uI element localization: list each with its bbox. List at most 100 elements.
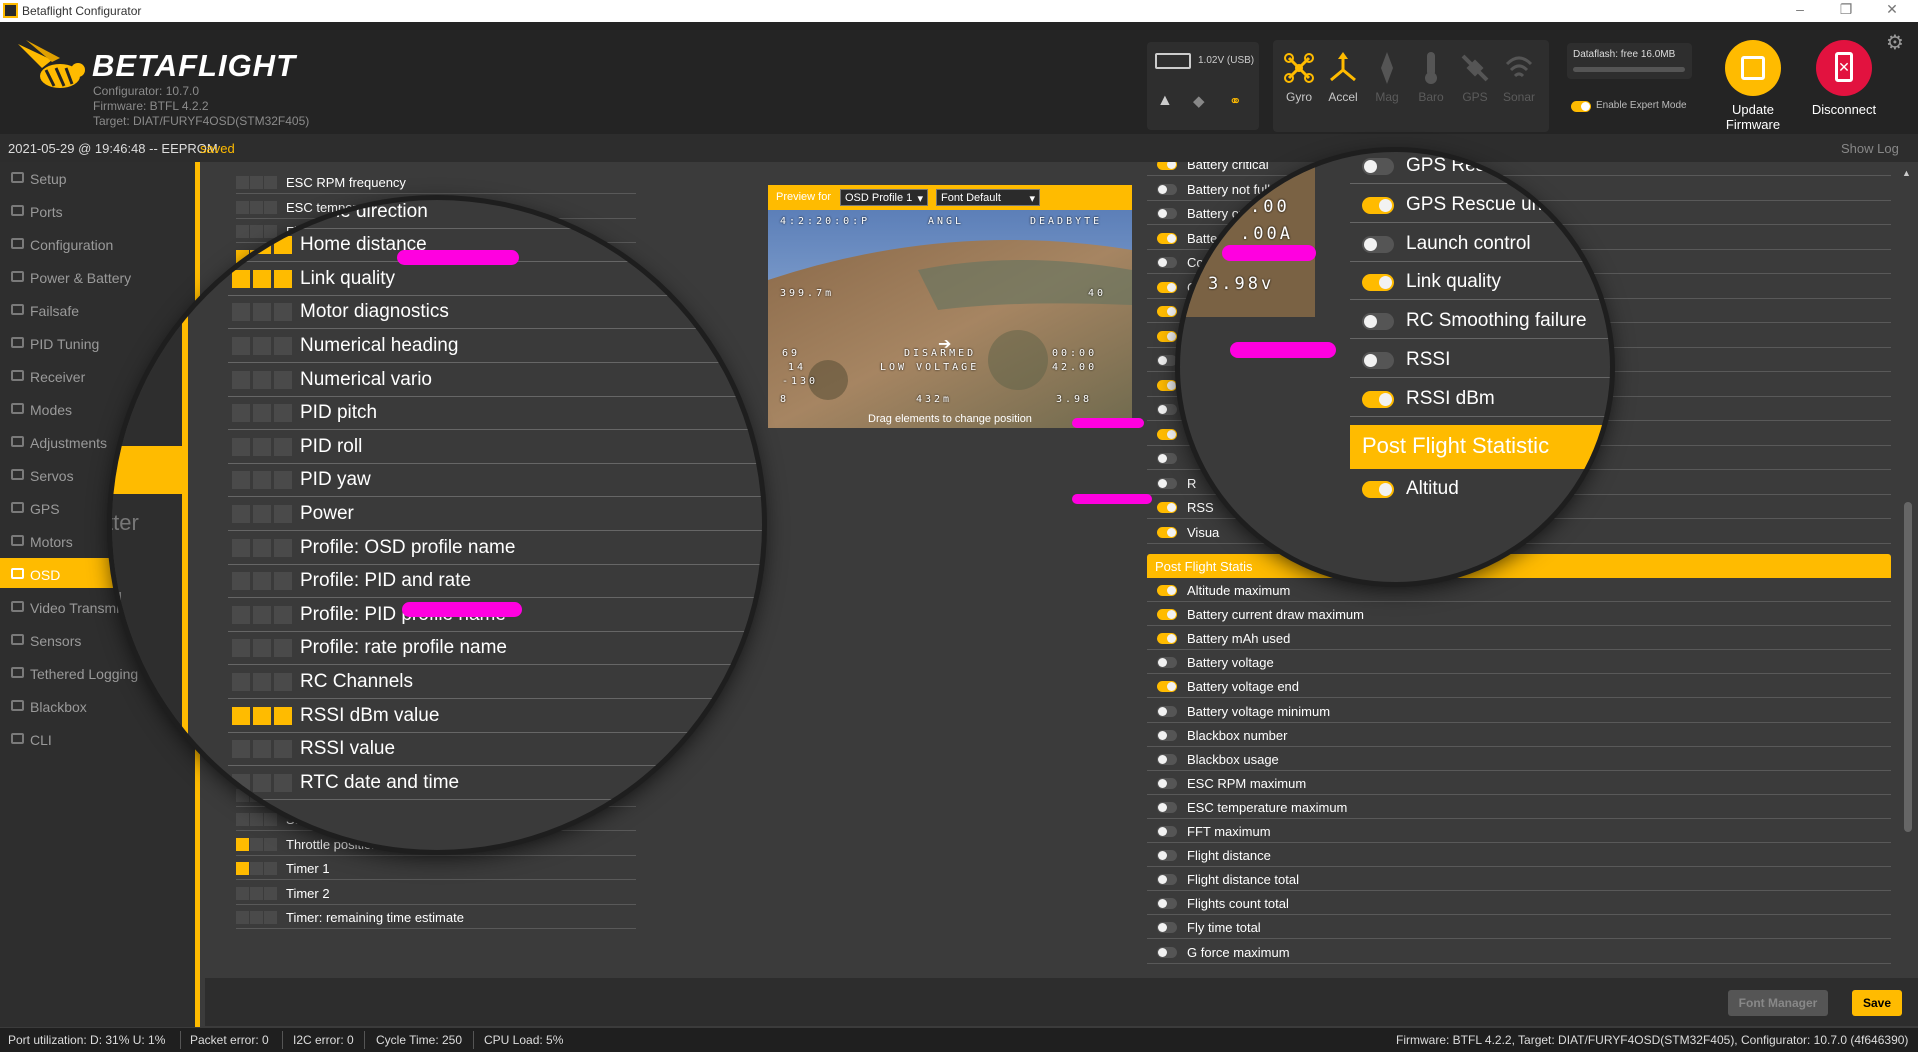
lens-element-row[interactable]: PID pitch	[228, 397, 762, 431]
lens-warning-row[interactable]: RC Smoothing failure	[1350, 301, 1610, 340]
profile-checkbox[interactable]	[264, 886, 277, 900]
stat-toggle[interactable]	[1157, 777, 1177, 789]
lens-element-row[interactable]: Motor diagnostics	[228, 296, 762, 330]
lens-profile-checkbox[interactable]	[274, 471, 292, 490]
lens-profile-checkbox[interactable]	[253, 538, 271, 557]
expert-mode-toggle[interactable]	[1571, 101, 1591, 112]
warning-toggle[interactable]	[1157, 257, 1177, 268]
osd-profile-select[interactable]: OSD Profile 1 ▾	[840, 189, 928, 206]
lens-element-row[interactable]: RSSI value	[228, 733, 762, 767]
lens-profile-checkbox[interactable]	[253, 337, 271, 355]
osd-rssi-dbm-element[interactable]: -130	[782, 376, 818, 387]
profile-checkbox[interactable]	[264, 813, 277, 826]
osd-craft-name-element[interactable]: DEADBYTE	[1030, 216, 1102, 227]
osd-element-row[interactable]: ESC RPM frequency	[236, 170, 636, 194]
lens-element-row[interactable]: Numerical heading	[228, 330, 762, 363]
lens-warning-row[interactable]: Link quality	[1350, 262, 1610, 301]
lens-profile-checkbox[interactable]	[232, 202, 250, 221]
font-manager-button[interactable]: Font Manager	[1728, 990, 1828, 1016]
profile-checkbox[interactable]	[264, 911, 277, 924]
stat-row[interactable]: Blackbox number	[1147, 723, 1891, 747]
lens-profile-checkbox[interactable]	[274, 572, 292, 591]
warning-toggle[interactable]	[1157, 281, 1177, 293]
settings-gear-icon[interactable]: ⚙	[1886, 30, 1904, 55]
stat-toggle[interactable]	[1157, 705, 1177, 717]
profile-checkbox[interactable]	[236, 886, 249, 900]
stat-toggle[interactable]	[1157, 874, 1177, 886]
lens-warning-toggle[interactable]	[1362, 352, 1394, 369]
osd-lq-element[interactable]: 14	[788, 362, 806, 373]
warning-toggle[interactable]	[1157, 428, 1177, 440]
stat-row[interactable]: Blackbox usage	[1147, 747, 1891, 771]
lens-profile-checkbox[interactable]	[232, 337, 250, 355]
lens-profile-checkbox[interactable]	[274, 370, 292, 389]
profile-checkbox[interactable]	[250, 862, 263, 875]
stat-row[interactable]: Battery voltage	[1147, 650, 1891, 675]
lens-profile-checkbox[interactable]	[253, 202, 271, 221]
warning-toggle[interactable]	[1157, 306, 1177, 317]
lens-profile-checkbox[interactable]	[253, 673, 271, 691]
lens-altitude-toggle[interactable]	[1362, 481, 1394, 498]
stat-row[interactable]: Fly time total	[1147, 915, 1891, 940]
maximize-button[interactable]: ❐	[1826, 1, 1866, 18]
lens-warning-toggle[interactable]	[1362, 196, 1394, 214]
warning-toggle[interactable]	[1157, 404, 1177, 415]
osd-element-row[interactable]: Timer: remaining time estimate	[236, 905, 636, 929]
lens-profile-checkbox[interactable]	[274, 337, 292, 355]
lens-profile-checkbox[interactable]	[253, 605, 271, 624]
warning-toggle[interactable]	[1157, 379, 1177, 391]
osd-home-distance-element[interactable]: 432m	[916, 394, 952, 405]
lens-warning-toggle[interactable]	[1362, 235, 1394, 253]
profile-checkbox[interactable]	[250, 176, 263, 189]
lens-profile-checkbox[interactable]	[253, 370, 271, 389]
lens-profile-checkbox[interactable]	[253, 471, 271, 490]
profile-checkbox[interactable]	[250, 886, 263, 900]
font-select[interactable]: Font Default ▾	[936, 189, 1040, 206]
lens-profile-checkbox[interactable]	[232, 303, 250, 322]
osd-element-row[interactable]: Timer 1	[236, 856, 636, 880]
lens-profile-checkbox[interactable]	[253, 505, 271, 523]
stat-row[interactable]: Battery voltage minimum	[1147, 699, 1891, 723]
osd-altitude-element[interactable]: 399.7m	[780, 288, 834, 299]
stat-row[interactable]: Battery mAh used	[1147, 626, 1891, 651]
stat-row[interactable]: ESC RPM maximum	[1147, 771, 1891, 795]
lens-profile-checkbox[interactable]	[232, 605, 250, 624]
lens-profile-checkbox[interactable]	[232, 404, 250, 423]
lens-profile-checkbox[interactable]	[253, 236, 271, 255]
osd-timer-element[interactable]: 4:2:20:0:P	[780, 216, 870, 227]
lens-profile-checkbox[interactable]	[232, 538, 250, 557]
lens-profile-checkbox[interactable]	[253, 437, 271, 456]
minimize-button[interactable]: –	[1780, 1, 1820, 17]
lens-profile-checkbox[interactable]	[253, 303, 271, 322]
scroll-up-icon[interactable]: ▲	[1902, 168, 1911, 178]
lens-profile-checkbox[interactable]	[274, 505, 292, 523]
stat-toggle[interactable]	[1157, 585, 1177, 596]
warning-toggle[interactable]	[1157, 477, 1177, 489]
lens-profile-checkbox[interactable]	[253, 269, 271, 288]
lens-element-row[interactable]: Power	[228, 498, 762, 531]
lens-profile-checkbox[interactable]	[232, 740, 250, 759]
osd-warning-low-voltage[interactable]: LOW VOLTAGE	[880, 362, 979, 373]
osd-fly-time-element[interactable]: 00:00	[1052, 348, 1097, 359]
stat-row[interactable]: Flight distance	[1147, 843, 1891, 868]
lens-element-row[interactable]: Link quality	[228, 263, 762, 296]
profile-checkbox[interactable]	[264, 837, 277, 851]
stat-toggle[interactable]	[1157, 850, 1177, 862]
warning-toggle[interactable]	[1157, 526, 1177, 538]
profile-checkbox[interactable]	[236, 862, 249, 875]
lens-profile-checkbox[interactable]	[232, 505, 250, 523]
lens-warning-row[interactable]: GPS Resc	[1350, 152, 1610, 184]
lens-profile-checkbox[interactable]	[274, 269, 292, 288]
lens-profile-checkbox[interactable]	[274, 773, 292, 792]
warning-toggle[interactable]	[1157, 183, 1177, 195]
profile-checkbox[interactable]	[250, 837, 263, 851]
osd-home-dir-element[interactable]: 40	[1088, 288, 1106, 299]
stat-toggle[interactable]	[1157, 753, 1177, 765]
stat-toggle[interactable]	[1157, 826, 1177, 837]
lens-profile-checkbox[interactable]	[232, 437, 250, 456]
lens-profile-checkbox[interactable]	[253, 773, 271, 792]
lens-profile-checkbox[interactable]	[274, 740, 292, 759]
profile-checkbox[interactable]	[236, 837, 249, 851]
lens-warning-toggle[interactable]	[1362, 390, 1394, 408]
lens-element-row[interactable]: Home direction	[228, 200, 762, 229]
